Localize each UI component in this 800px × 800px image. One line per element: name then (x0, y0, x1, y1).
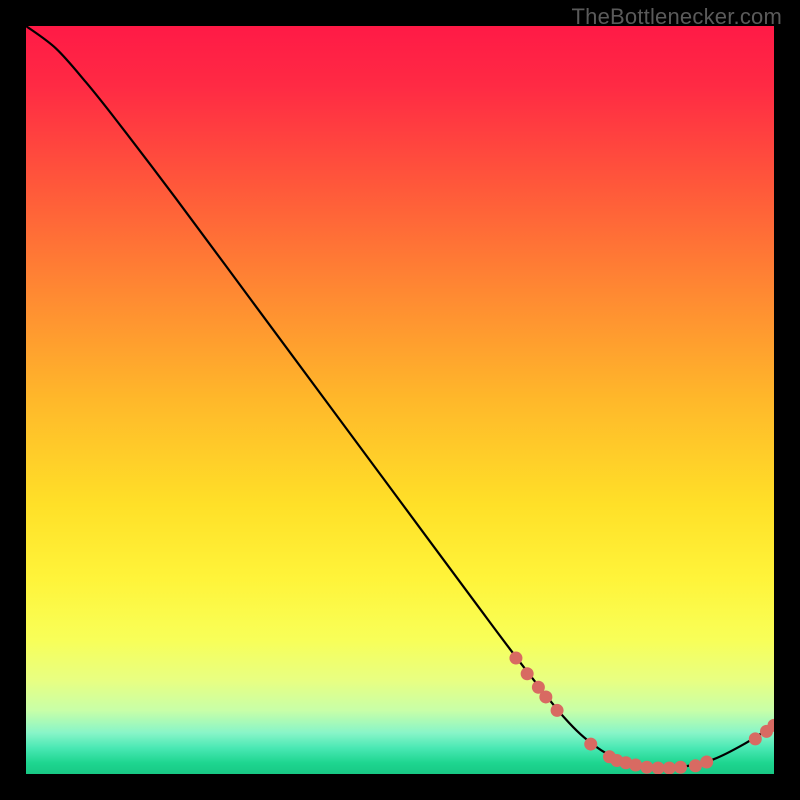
data-marker (521, 667, 534, 680)
plot-area (26, 26, 774, 774)
data-marker (663, 762, 676, 774)
data-marker (509, 652, 522, 665)
data-marker (689, 759, 702, 772)
data-marker (749, 732, 762, 745)
chart-svg (26, 26, 774, 774)
data-marker (629, 759, 642, 772)
gradient-background (26, 26, 774, 774)
watermark-label: TheBottleneсker.com (572, 4, 782, 30)
data-marker (652, 762, 665, 774)
chart-frame: TheBottleneсker.com (0, 0, 800, 800)
data-marker (700, 756, 713, 769)
data-marker (584, 738, 597, 751)
data-marker (539, 690, 552, 703)
data-marker (674, 761, 687, 774)
data-marker (640, 761, 653, 774)
data-marker (551, 704, 564, 717)
